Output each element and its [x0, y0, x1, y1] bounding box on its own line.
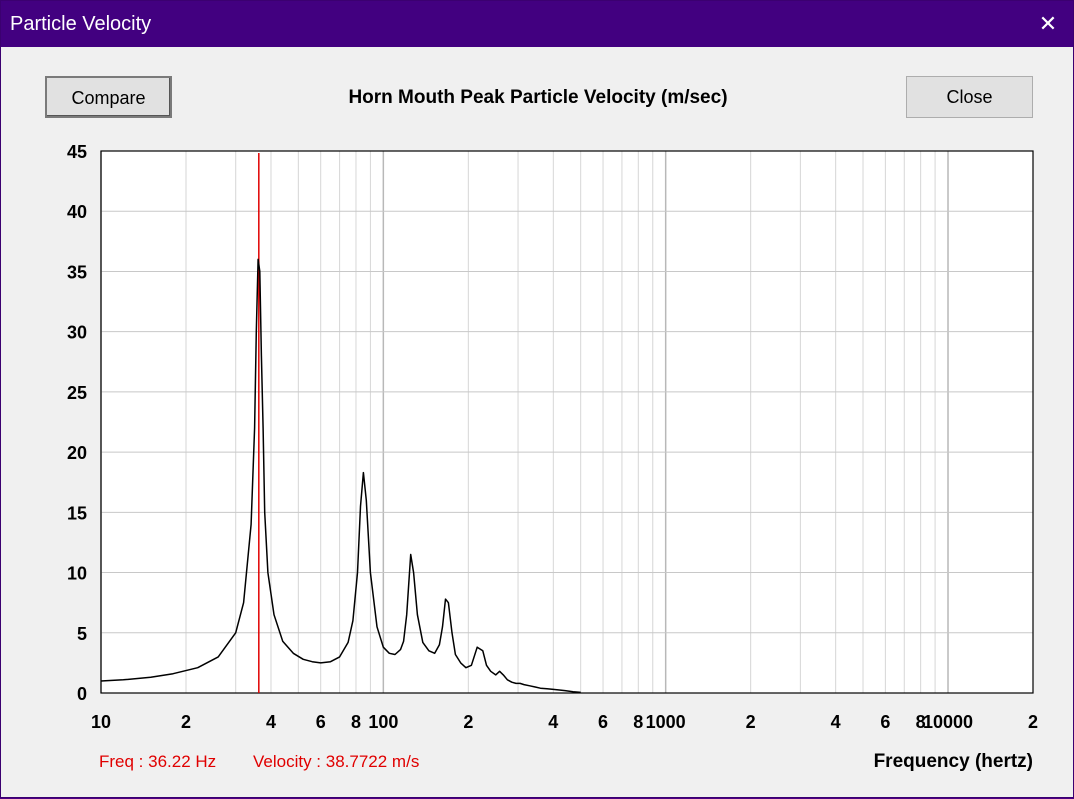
x-tick-label: 10000: [923, 712, 973, 732]
y-tick-label: 0: [77, 684, 87, 704]
velocity-chart[interactable]: 05101520253035404510 2 4 6 8 100 2 4 6 8 1000 2 4 6 81…: [1, 1, 1074, 799]
x-tick-label: 6: [598, 712, 608, 732]
x-tick-label: 4: [831, 712, 841, 732]
y-tick-label: 25: [67, 383, 87, 403]
x-tick-label: 6: [880, 712, 890, 732]
x-tick-label: 2: [181, 712, 191, 732]
x-tick-label: 2: [463, 712, 473, 732]
x-tick-label: 100: [368, 712, 398, 732]
y-tick-label: 40: [67, 202, 87, 222]
x-tick-label: 8: [633, 712, 643, 732]
x-tick-label: 4: [548, 712, 558, 732]
y-tick-label: 5: [77, 624, 87, 644]
y-tick-label: 35: [67, 262, 87, 282]
y-tick-label: 30: [67, 323, 87, 343]
y-tick-label: 15: [67, 503, 87, 523]
y-tick-label: 45: [67, 142, 87, 162]
x-axis-label: Frequency (hertz): [873, 751, 1033, 772]
y-tick-label: 20: [67, 443, 87, 463]
x-tick-label: 8: [351, 712, 361, 732]
y-tick-label: 10: [67, 564, 87, 584]
x-tick-label: 4: [266, 712, 276, 732]
x-tick-label: 1000: [646, 712, 686, 732]
frequency-readout: Freq : 36.22 Hz: [99, 752, 217, 771]
velocity-readout: Velocity : 38.7722 m/s: [253, 752, 420, 771]
x-tick-label: 10: [91, 712, 111, 732]
x-tick-label: 2: [1028, 712, 1038, 732]
particle-velocity-window: Particle Velocity ✕ Compare Horn Mouth P…: [0, 0, 1074, 798]
x-tick-label: 6: [316, 712, 326, 732]
x-tick-label: 2: [746, 712, 756, 732]
